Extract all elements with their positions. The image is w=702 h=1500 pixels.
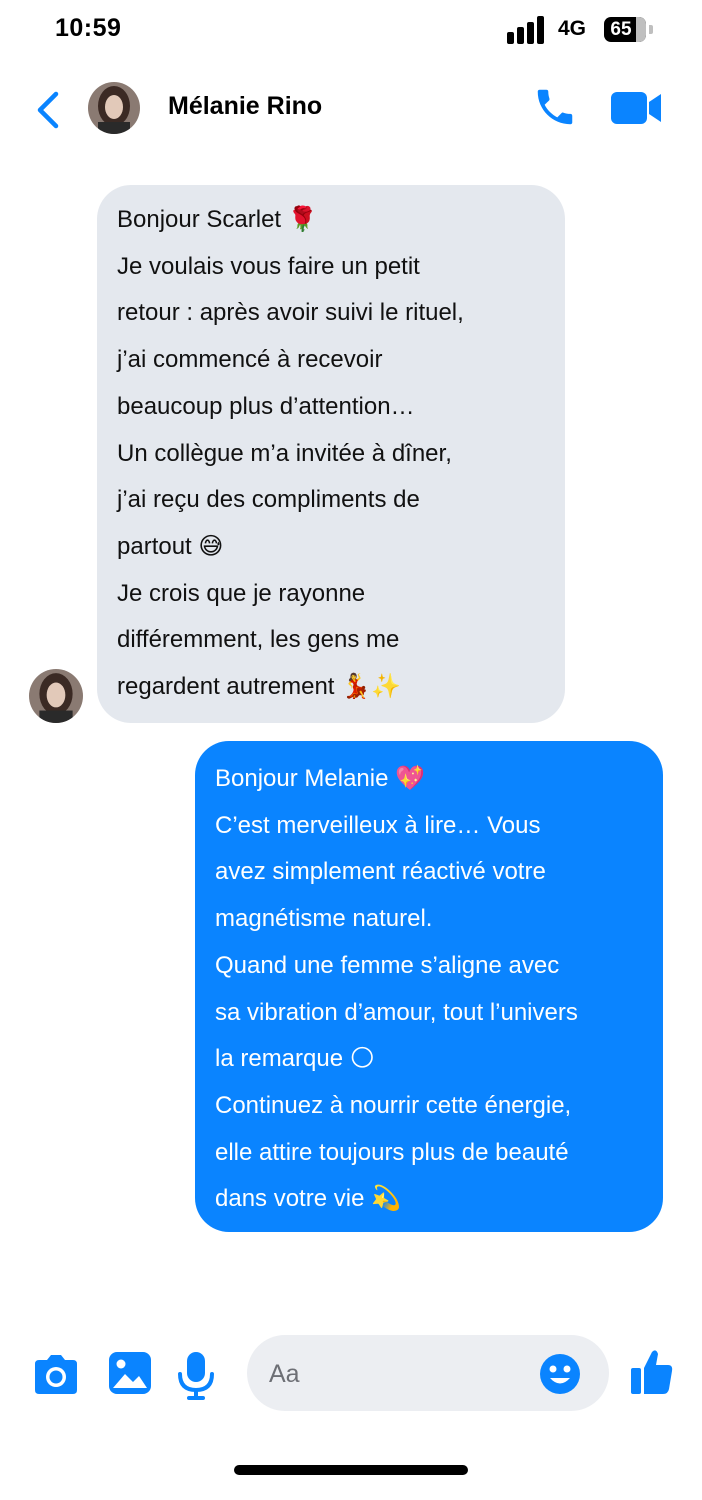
message-line: la remarque 🌕 xyxy=(215,1045,375,1073)
message-line: j’ai reçu des compliments de xyxy=(117,486,420,514)
message-line: magnétisme naturel. xyxy=(215,905,433,933)
message-line: elle attire toujours plus de beauté xyxy=(215,1138,569,1166)
gallery-button[interactable] xyxy=(107,1348,153,1396)
battery-tip xyxy=(649,25,653,34)
gallery-icon xyxy=(109,1352,151,1394)
message-line: regardent autrement 💃✨ xyxy=(117,673,401,701)
home-indicator[interactable] xyxy=(234,1465,468,1475)
message-line: Quand une femme s’aligne avec xyxy=(215,951,560,979)
message-line: Je voulais vous faire un petit xyxy=(117,252,420,280)
outgoing-message-bubble: Bonjour Melanie 💖 C’est merveilleux à li… xyxy=(195,741,663,1232)
message-line: C’est merveilleux à lire… Vous xyxy=(215,811,541,839)
emoji-button[interactable] xyxy=(539,1353,581,1395)
contact-name[interactable]: Mélanie Rino xyxy=(168,92,322,121)
signal-strength-icon xyxy=(507,16,549,44)
conversation-header: Mélanie Rino xyxy=(0,70,702,150)
battery-level: 65 xyxy=(610,19,632,40)
message-line: retour : après avoir suivi le rituel, xyxy=(117,299,464,327)
message-line: dans votre vie 💫 xyxy=(215,1185,401,1213)
message-input-container xyxy=(247,1335,609,1411)
status-time: 10:59 xyxy=(55,14,122,42)
incoming-message-bubble: Bonjour Scarlet 🌹 Je voulais vous faire … xyxy=(97,185,565,723)
video-call-button[interactable] xyxy=(609,90,663,126)
message-line: différemment, les gens me xyxy=(117,626,400,654)
message-line: Bonjour Melanie 💖 xyxy=(215,765,425,792)
message-line: avez simplement réactivé votre xyxy=(215,858,546,886)
status-bar: 10:59 4G 65 xyxy=(0,0,702,62)
phone-icon xyxy=(537,89,573,125)
voice-call-button[interactable] xyxy=(532,84,578,130)
message-composer xyxy=(0,1330,702,1420)
microphone-icon xyxy=(178,1352,214,1400)
message-line: Bonjour Scarlet 🌹 xyxy=(117,206,318,233)
message-line: partout 😅 xyxy=(117,532,224,560)
camera-icon xyxy=(35,1355,77,1394)
camera-button[interactable] xyxy=(33,1354,79,1396)
sender-avatar[interactable] xyxy=(29,669,83,723)
back-chevron-icon xyxy=(37,91,59,129)
message-line: Je crois que je rayonne xyxy=(117,579,366,607)
video-camera-icon xyxy=(611,92,661,124)
message-line: beaucoup plus d’attention… xyxy=(117,392,415,420)
microphone-button[interactable] xyxy=(175,1350,217,1402)
message-line: Continuez à nourrir cette énergie, xyxy=(215,1091,572,1119)
thumbs-up-icon xyxy=(631,1350,673,1394)
message-line: j’ai commencé à recevoir xyxy=(117,346,383,374)
contact-avatar[interactable] xyxy=(88,82,140,134)
battery-icon: 65 xyxy=(604,17,646,42)
message-line: Un collègue m’a invitée à dîner, xyxy=(117,439,452,467)
emoji-icon xyxy=(540,1354,580,1394)
like-button[interactable] xyxy=(630,1348,674,1396)
back-button[interactable] xyxy=(32,90,66,130)
network-type: 4G xyxy=(558,17,587,40)
message-input[interactable] xyxy=(267,1353,531,1395)
message-line: sa vibration d’amour, tout l’univers xyxy=(215,998,578,1026)
